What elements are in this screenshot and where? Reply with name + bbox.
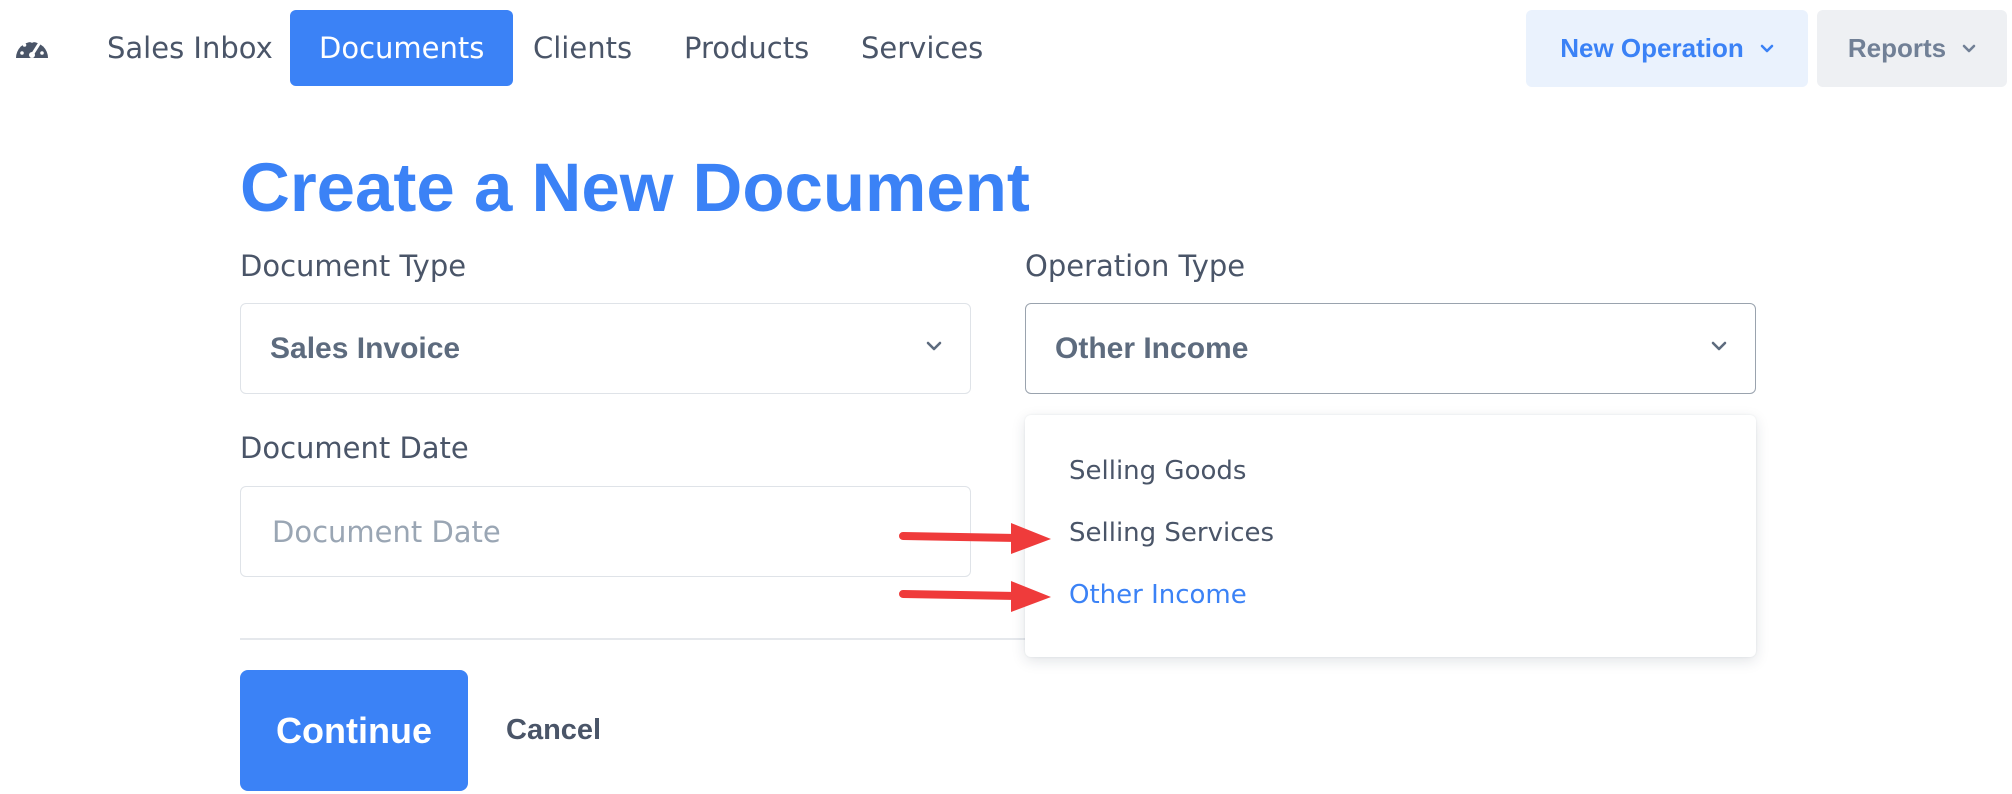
operation-type-label: Operation Type	[1025, 249, 1246, 283]
form-divider	[240, 638, 1025, 640]
nav-sales-inbox[interactable]: Sales Inbox	[78, 10, 302, 86]
top-navbar: Sales Inbox Documents Clients Products S…	[0, 0, 2012, 98]
chevron-down-icon	[1962, 44, 1976, 52]
chevron-down-icon	[926, 341, 942, 351]
dropdown-option-selling-services[interactable]: Selling Services	[1069, 515, 1274, 551]
operation-type-dropdown: Selling Goods Selling Services Other Inc…	[1025, 415, 1756, 657]
annotation-arrow-icon	[899, 523, 1051, 554]
operation-type-select[interactable]: Other Income	[1025, 303, 1756, 394]
continue-button[interactable]: Continue	[240, 670, 468, 791]
dropdown-option-other-income[interactable]: Other Income	[1069, 577, 1247, 613]
document-type-label: Document Type	[240, 249, 467, 283]
nav-products[interactable]: Products	[655, 10, 838, 86]
annotation-arrow-icon	[899, 581, 1051, 612]
chevron-down-icon	[1760, 44, 1774, 52]
new-operation-button[interactable]: New Operation	[1526, 10, 1808, 87]
document-type-value: Sales Invoice	[270, 331, 461, 365]
dropdown-option-selling-goods[interactable]: Selling Goods	[1069, 453, 1246, 489]
document-type-select[interactable]: Sales Invoice	[240, 303, 971, 394]
document-date-label: Document Date	[240, 431, 469, 465]
cancel-button[interactable]: Cancel	[506, 712, 601, 748]
nav-services[interactable]: Services	[832, 10, 1012, 86]
chevron-down-icon	[1711, 341, 1727, 351]
new-operation-label: New Operation	[1560, 33, 1744, 63]
reports-label: Reports	[1847, 33, 1947, 63]
page-title: Create a New Document	[240, 149, 1030, 226]
document-date-input[interactable]	[270, 513, 934, 550]
operation-type-value: Other Income	[1055, 331, 1249, 365]
dashboard-gauge-icon[interactable]	[14, 33, 50, 63]
document-date-field[interactable]	[240, 486, 971, 577]
nav-clients[interactable]: Clients	[504, 10, 661, 86]
nav-documents[interactable]: Documents	[290, 10, 514, 86]
reports-button[interactable]: Reports	[1817, 10, 2007, 87]
